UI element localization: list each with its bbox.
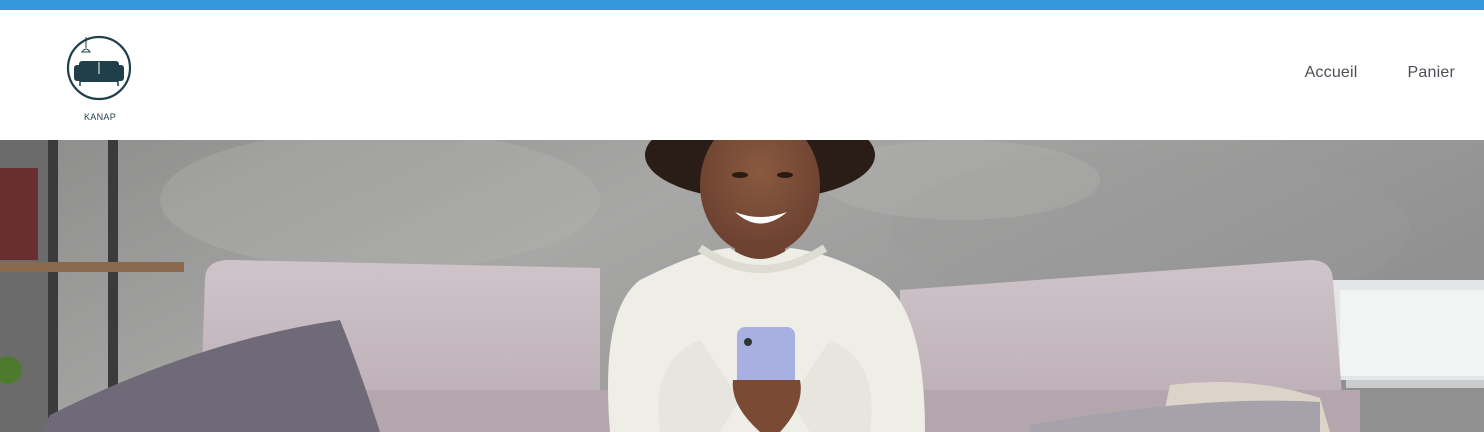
hero-banner (0, 140, 1484, 432)
sofa-lamp-icon (66, 35, 132, 101)
top-accent-bar (0, 0, 1484, 10)
main-nav: Accueil Panier (1305, 64, 1455, 82)
hero-image (0, 140, 1484, 432)
logo-text: KANAP (83, 112, 116, 122)
nav-link-accueil[interactable]: Accueil (1305, 64, 1358, 82)
logo-link[interactable]: KANAP (64, 32, 136, 128)
nav-link-panier[interactable]: Panier (1408, 64, 1455, 82)
site-header: KANAP Accueil Panier (0, 10, 1484, 140)
